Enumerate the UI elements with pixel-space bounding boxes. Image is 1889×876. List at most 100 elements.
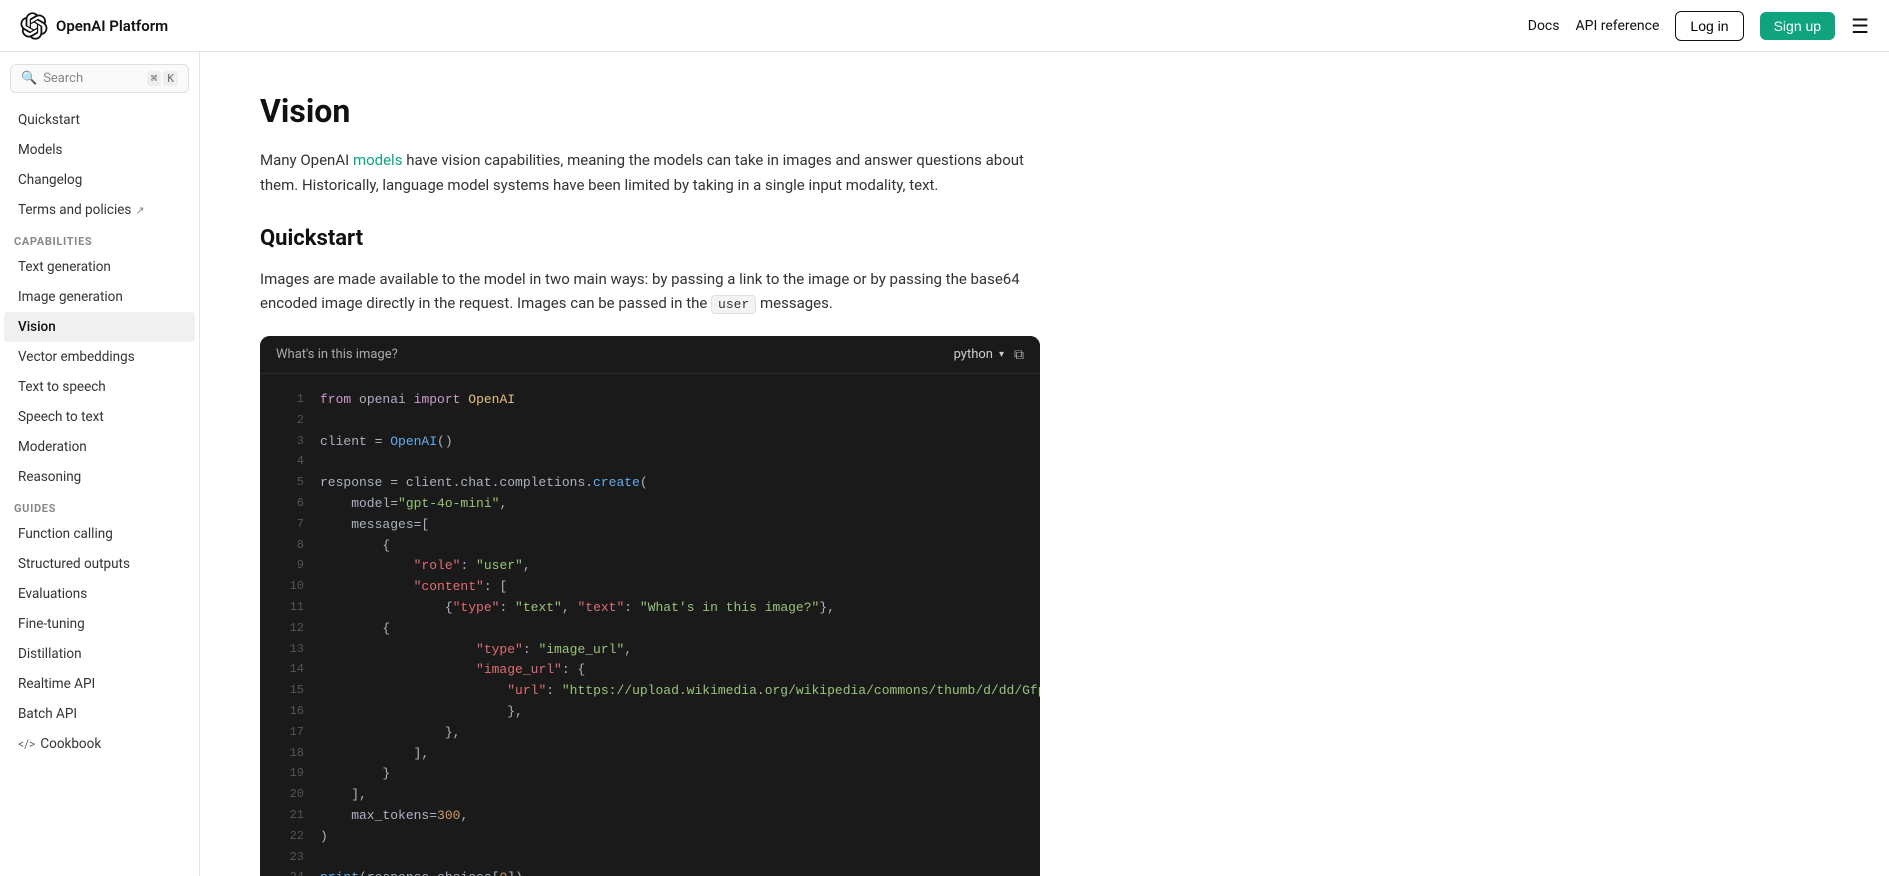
copy-button[interactable]: ⧉ — [1014, 346, 1024, 363]
line-content: {"type": "text", "text": "What's in this… — [320, 598, 835, 619]
code-line: 21 max_tokens=300, — [260, 806, 1040, 827]
sidebar-item-vision[interactable]: Vision — [4, 312, 195, 342]
line-number: 20 — [276, 785, 304, 806]
api-reference-link[interactable]: API reference — [1575, 18, 1659, 34]
sidebar-item-evaluations[interactable]: Evaluations — [4, 579, 195, 609]
search-label: Search — [43, 71, 141, 86]
code-line: 13 "type": "image_url", — [260, 640, 1040, 661]
sidebar-item-label: Vision — [18, 319, 56, 335]
line-content: client = OpenAI() — [320, 432, 453, 453]
code-line: 18 ], — [260, 744, 1040, 765]
sidebar-item-terms[interactable]: Terms and policies ↗ — [4, 195, 195, 225]
code-line: 12 { — [260, 619, 1040, 640]
sidebar-item-vector-embeddings[interactable]: Vector embeddings — [4, 342, 195, 372]
sidebar-item-label: Text generation — [18, 259, 111, 275]
sidebar-item-label: Reasoning — [18, 469, 81, 485]
sidebar-item-label: Speech to text — [18, 409, 104, 425]
line-content — [320, 411, 328, 432]
code-line: 9 "role": "user", — [260, 556, 1040, 577]
code-line: 14 "image_url": { — [260, 660, 1040, 681]
signup-button[interactable]: Sign up — [1760, 12, 1835, 40]
search-box[interactable]: 🔍 Search ⌘ K — [10, 64, 189, 93]
line-number: 1 — [276, 390, 304, 411]
sidebar-item-moderation[interactable]: Moderation — [4, 432, 195, 462]
line-number: 13 — [276, 640, 304, 661]
line-content: "type": "image_url", — [320, 640, 632, 661]
line-number: 11 — [276, 598, 304, 619]
language-selector[interactable]: python ▾ — [954, 347, 1004, 362]
line-number: 18 — [276, 744, 304, 765]
code-line: 3 client = OpenAI() — [260, 432, 1040, 453]
line-content — [320, 848, 328, 869]
line-number: 21 — [276, 806, 304, 827]
code-line: 10 "content": [ — [260, 577, 1040, 598]
sidebar-item-label: Realtime API — [18, 676, 95, 692]
code-line: 6 model="gpt-4o-mini", — [260, 494, 1040, 515]
line-content: "content": [ — [320, 577, 507, 598]
sidebar: 🔍 Search ⌘ K Quickstart Models Changelog… — [0, 52, 200, 876]
page-intro: Many OpenAI models have vision capabilit… — [260, 148, 1040, 198]
code-line: 23 — [260, 848, 1040, 869]
sidebar-item-quickstart[interactable]: Quickstart — [4, 105, 195, 135]
code-line: 8 { — [260, 536, 1040, 557]
code-line: 15 "url": "https://upload.wikimedia.org/… — [260, 681, 1040, 702]
chevron-down-icon: ▾ — [999, 349, 1004, 360]
line-number: 7 — [276, 515, 304, 536]
models-link[interactable]: models — [353, 151, 403, 169]
shortcut-key2: K — [163, 71, 178, 86]
line-number: 23 — [276, 848, 304, 869]
line-content: "url": "https://upload.wikimedia.org/wik… — [320, 681, 1040, 702]
line-number: 9 — [276, 556, 304, 577]
guides-section-label: GUIDES — [0, 492, 199, 519]
line-content: { — [320, 619, 390, 640]
sidebar-item-reasoning[interactable]: Reasoning — [4, 462, 195, 492]
sidebar-item-structured-outputs[interactable]: Structured outputs — [4, 549, 195, 579]
docs-link[interactable]: Docs — [1528, 18, 1560, 34]
language-label: python — [954, 347, 993, 362]
cookbook-code-icon: </> — [18, 737, 35, 751]
line-content: } — [320, 764, 390, 785]
sidebar-item-models[interactable]: Models — [4, 135, 195, 165]
sidebar-item-fine-tuning[interactable]: Fine-tuning — [4, 609, 195, 639]
sidebar-item-image-generation[interactable]: Image generation — [4, 282, 195, 312]
quickstart-text-after: messages. — [760, 294, 833, 312]
sidebar-item-label: Evaluations — [18, 586, 87, 602]
line-content: { — [320, 536, 390, 557]
code-line: 22) — [260, 827, 1040, 848]
line-number: 19 — [276, 764, 304, 785]
code-line: 20 ], — [260, 785, 1040, 806]
sidebar-item-label: Structured outputs — [18, 556, 130, 572]
search-shortcut: ⌘ K — [147, 71, 178, 86]
sidebar-item-label: Function calling — [18, 526, 113, 542]
code-line: 19 } — [260, 764, 1040, 785]
openai-logo-icon — [20, 12, 48, 40]
sidebar-item-realtime-api[interactable]: Realtime API — [4, 669, 195, 699]
sidebar-item-text-generation[interactable]: Text generation — [4, 252, 195, 282]
line-content: ) — [320, 827, 328, 848]
line-content: }, — [320, 723, 460, 744]
logo[interactable]: OpenAI Platform — [20, 12, 168, 40]
sidebar-item-distillation[interactable]: Distillation — [4, 639, 195, 669]
code-line: 24print(response.choices[0]) — [260, 868, 1040, 876]
line-number: 8 — [276, 536, 304, 557]
quickstart-intro: Images are made available to the model i… — [260, 267, 1040, 317]
code-block-controls: python ▾ ⧉ — [954, 346, 1024, 363]
sidebar-item-batch-api[interactable]: Batch API — [4, 699, 195, 729]
sidebar-item-cookbook[interactable]: </> Cookbook — [4, 729, 195, 759]
sidebar-item-speech-to-text[interactable]: Speech to text — [4, 402, 195, 432]
code-block: What's in this image? python ▾ ⧉ 1from o… — [260, 336, 1040, 876]
line-number: 22 — [276, 827, 304, 848]
code-line: 5response = client.chat.completions.crea… — [260, 473, 1040, 494]
line-content: model="gpt-4o-mini", — [320, 494, 507, 515]
sidebar-item-text-to-speech[interactable]: Text to speech — [4, 372, 195, 402]
quickstart-title: Quickstart — [260, 226, 1040, 251]
login-button[interactable]: Log in — [1675, 11, 1743, 41]
line-content: ], — [320, 744, 429, 765]
quickstart-text-before: Images are made available to the model i… — [260, 270, 1020, 313]
sidebar-item-changelog[interactable]: Changelog — [4, 165, 195, 195]
line-number: 3 — [276, 432, 304, 453]
sidebar-item-label: Changelog — [18, 172, 82, 188]
hamburger-menu-icon[interactable]: ☰ — [1851, 14, 1869, 38]
line-content: response = client.chat.completions.creat… — [320, 473, 648, 494]
sidebar-item-function-calling[interactable]: Function calling — [4, 519, 195, 549]
